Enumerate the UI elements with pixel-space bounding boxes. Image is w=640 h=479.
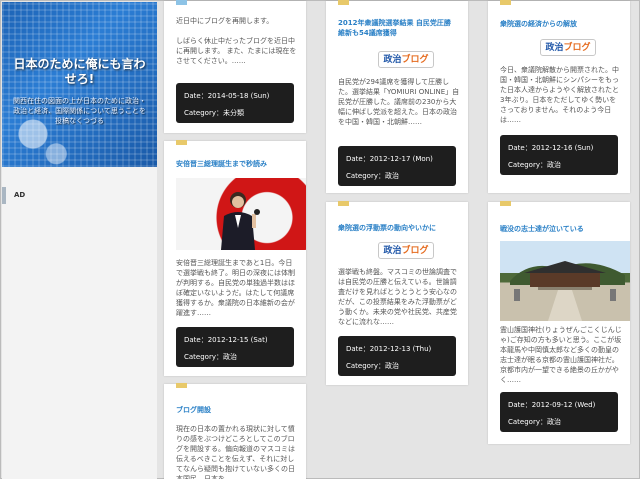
- card-tag: [176, 0, 187, 5]
- post-category[interactable]: Category：政治: [184, 352, 237, 362]
- ad-label: AD: [14, 191, 26, 199]
- post-category[interactable]: Category：未分類: [184, 108, 244, 118]
- shrine-image: [510, 261, 625, 321]
- ad-marker: [2, 187, 6, 204]
- post-date: Date：2012-12-17 (Mon): [346, 155, 433, 163]
- post-excerpt: 自民党が294議席を獲得して圧勝した。選挙結果「YOMIURI ONLINE」自…: [338, 78, 460, 126]
- post-meta: Date：2012-09-12 (Wed) Category：政治: [500, 392, 618, 432]
- post-excerpt: 選挙戦も終盤。マスコミの世論調査では自民党の圧勝と伝えている。世論調査だけを見れ…: [338, 268, 457, 326]
- sidebar: 日本のために俺にも言わせろ! 関西在住の図面の上が日本のために政治・政治と経済、…: [2, 2, 157, 479]
- post-title[interactable]: 戦没の志士達が泣いている: [500, 224, 622, 234]
- post-card: 安倍晋三総理誕生まで秒読み 安倍晋三総理誕生まであと1日。今日で選挙戦も終了。明…: [164, 140, 306, 376]
- card-tag: [500, 201, 511, 206]
- post-card: ブログ開設 現在の日本の置かれる現状に対して憤りの感をぶつけどころとしてこのブロ…: [164, 383, 306, 479]
- seiji-blog-logo[interactable]: 政治ブログ: [378, 51, 434, 68]
- post-category[interactable]: Category：政治: [508, 417, 561, 427]
- post-category[interactable]: Category：政治: [508, 160, 561, 170]
- post-title[interactable]: ブログ開設: [176, 405, 298, 415]
- post-excerpt: 霊山護国神社(りょうぜんごこくじんじゃ)ご存知の方も多いと思う。ここが坂本龍馬や…: [500, 326, 622, 384]
- card-tag: [338, 201, 349, 206]
- post-excerpt: 現在の日本の置かれる現状に対して憤りの感をぶつけどころとしてこのブログを開設する…: [176, 425, 295, 479]
- blog-header-image[interactable]: 日本のために俺にも言わせろ! 関西在住の図面の上が日本のために政治・政治と経済、…: [2, 2, 157, 167]
- post-date: Date：2012-12-15 (Sat): [184, 336, 268, 344]
- post-date: Date：2014-05-18 (Sun): [184, 92, 270, 100]
- seiji-blog-logo[interactable]: 政治ブログ: [378, 242, 434, 259]
- post-date: Date：2012-12-16 (Sun): [508, 144, 594, 152]
- blog-title[interactable]: 日本のために俺にも言わせろ!: [8, 57, 151, 87]
- post-photo[interactable]: [176, 178, 306, 250]
- post-meta: Date：2012-12-13 (Thu) Category：政治: [338, 336, 456, 376]
- post-card: 衆院選の浮動票の動向やいかに 政治ブログ 選挙戦も終盤。マスコミの世論調査では自…: [326, 201, 468, 385]
- post-photo[interactable]: [500, 241, 630, 321]
- post-date: Date：2012-09-12 (Wed): [508, 401, 596, 409]
- post-card: 衆院選の経済からの解放 政治ブログ 今日、衆議院解散から開票された。中国・韓国・…: [488, 0, 630, 193]
- post-date: Date：2012-12-13 (Thu): [346, 345, 432, 353]
- post-meta: Date：2014-05-18 (Sun) Category：未分類: [176, 83, 294, 123]
- blog-description: 関西在住の図面の上が日本のために政治・政治と経済、国際関係について思うことを投稿…: [13, 97, 146, 125]
- post-card: 2012年衆議院選挙結果 自民党圧勝 維新も54議席獲得 政治ブログ 自民党が2…: [326, 0, 468, 193]
- post-meta: Date：2012-12-16 (Sun) Category：政治: [500, 135, 618, 175]
- post-excerpt: 今日、衆議院解散から開票された。中国・韓国・北朝鮮にシンパシーをもった日本人達か…: [500, 66, 619, 124]
- post-card: 戦没の志士達が泣いている 霊山護国神社(りょうぜんごこくじんじゃ)ご存知の方も多…: [488, 201, 630, 444]
- post-title[interactable]: 衆院選の経済からの解放: [500, 19, 622, 29]
- post-title[interactable]: 安倍晋三総理誕生まで秒読み: [176, 159, 298, 169]
- post-category[interactable]: Category：政治: [346, 171, 399, 181]
- post-title[interactable]: 衆院選の浮動票の動向やいかに: [338, 223, 460, 233]
- speaker-figure: [221, 192, 260, 250]
- seiji-blog-logo[interactable]: 政治ブログ: [540, 39, 596, 56]
- card-tag: [500, 0, 511, 5]
- post-excerpt: 安倍晋三総理誕生まであと1日。今日で選挙戦も終了。明日の深夜には体制が判明する。…: [176, 259, 295, 317]
- post-category[interactable]: Category：政治: [346, 361, 399, 371]
- post-excerpt: 近日中にブログを再開します。 しばらく休止中だったブログを近日中に再開します。 …: [176, 17, 297, 65]
- card-tag: [338, 0, 349, 5]
- card-tag: [176, 383, 187, 388]
- card-tag: [176, 140, 187, 145]
- post-card: 近日中にブログを再開します。 しばらく休止中だったブログを近日中に再開します。 …: [164, 0, 306, 133]
- ad-section: AD: [2, 187, 157, 204]
- post-title[interactable]: 2012年衆議院選挙結果 自民党圧勝 維新も54議席獲得: [338, 18, 460, 38]
- post-meta: Date：2012-12-15 (Sat) Category：政治: [176, 327, 294, 367]
- post-meta: Date：2012-12-17 (Mon) Category：政治: [338, 146, 456, 186]
